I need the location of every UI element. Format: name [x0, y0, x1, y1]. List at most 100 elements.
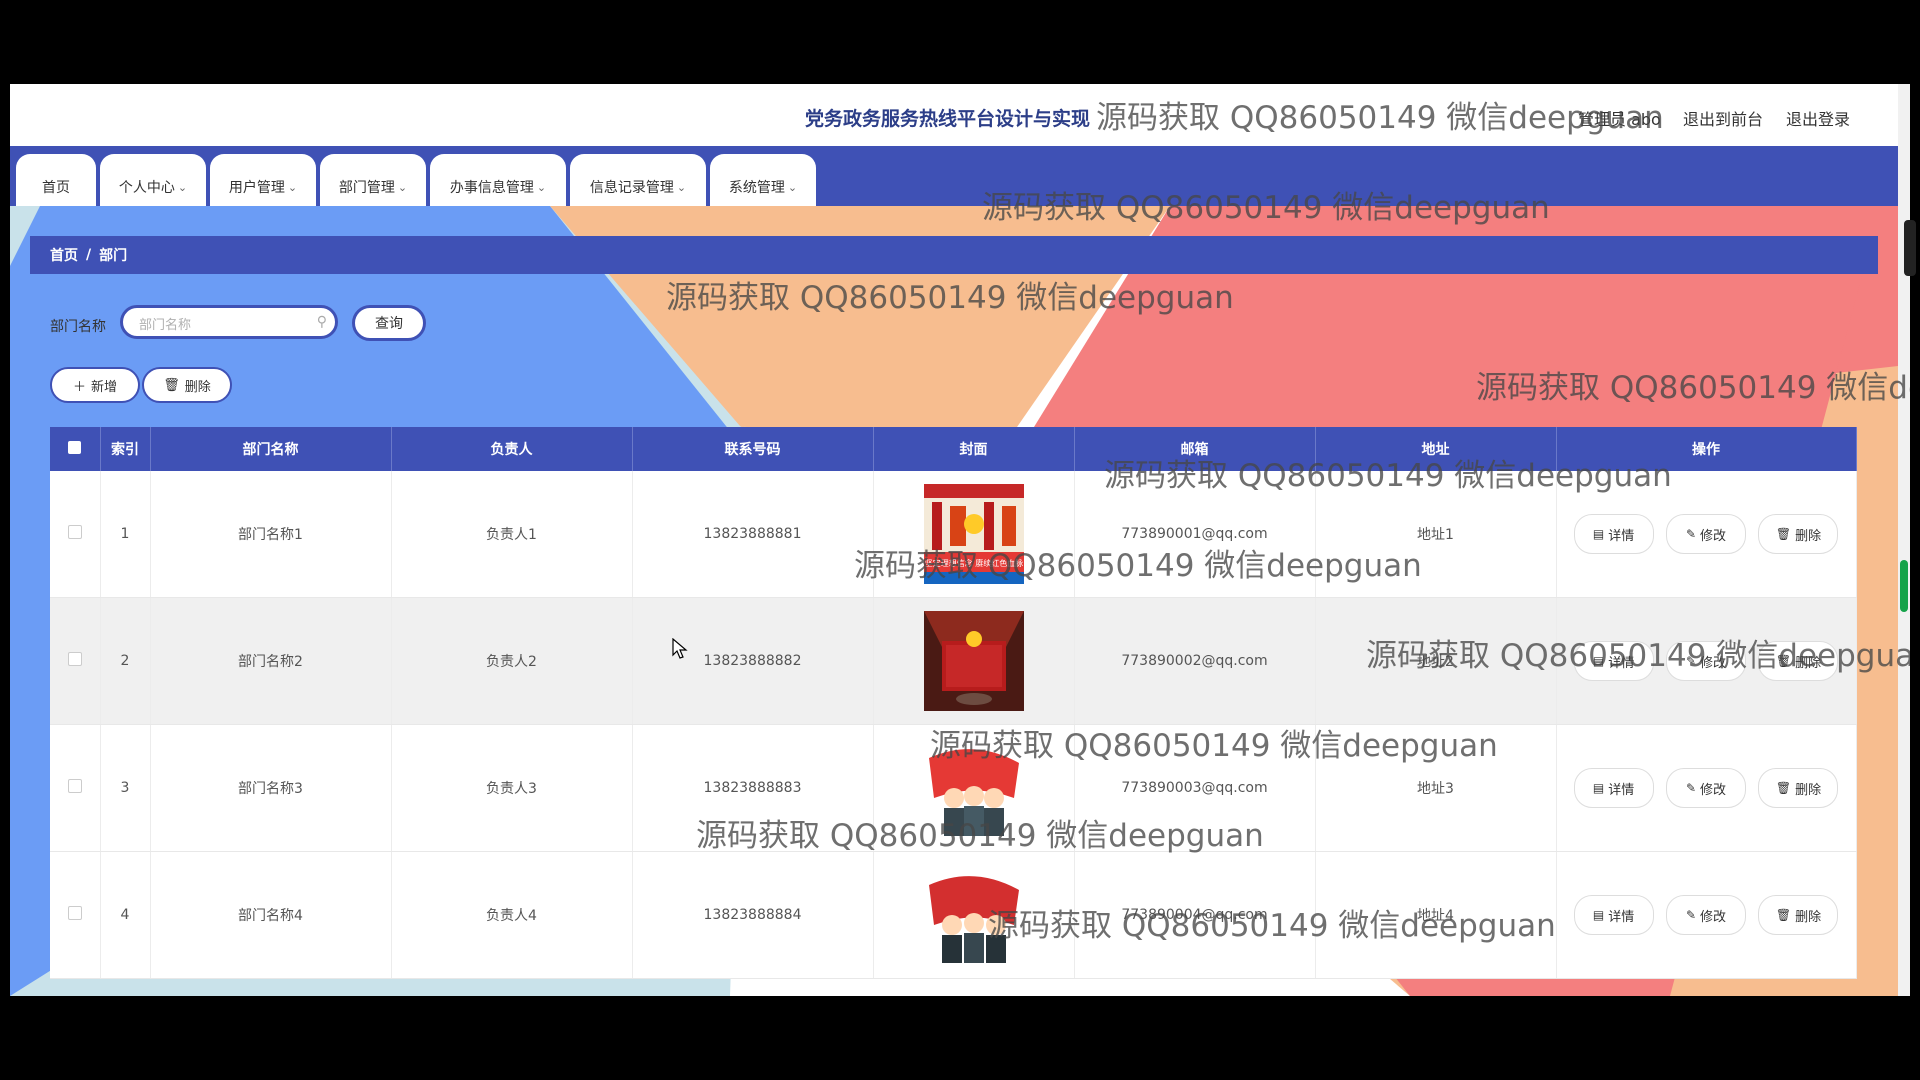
- cover-caption: 坚定理想信念 赓续红色血脉: [924, 558, 1023, 568]
- address-cell: 地址4: [1315, 851, 1557, 979]
- phone-cell: 13823888884: [632, 851, 874, 979]
- cover-cell: [873, 851, 1075, 979]
- phone-cell: 13823888882: [632, 597, 874, 725]
- select-all-checkbox-cell[interactable]: [50, 427, 101, 471]
- row-checkbox-cell[interactable]: [50, 851, 101, 979]
- cover-image[interactable]: [923, 865, 1024, 965]
- cover-image[interactable]: [923, 738, 1024, 838]
- row-checkbox-cell[interactable]: [50, 724, 101, 852]
- plus-icon: ＋: [72, 379, 86, 395]
- manager-cell: 负责人3: [391, 724, 633, 852]
- chevron-down-icon: ⌄: [177, 180, 188, 194]
- scrollbar-thumb[interactable]: [1900, 560, 1908, 612]
- nav-item-label: 用户管理: [228, 180, 285, 196]
- row-checkbox[interactable]: [67, 906, 82, 920]
- row-checkbox-cell[interactable]: [50, 471, 101, 598]
- department-table: 索引 部门名称 负责人 联系号码 封面 邮箱 地址 操作 1 部门名称1 负责人…: [50, 427, 1857, 979]
- main-nav: 首页 个人中心 ⌄ 用户管理 ⌄ 部门管理 ⌄ 办事信息管理 ⌄ 信息记录管理 ⌄ 系统管…: [10, 146, 1898, 206]
- delete-row-button[interactable]: 🗑 删除: [1758, 514, 1839, 554]
- detail-label: 详情: [1608, 782, 1635, 798]
- select-all-checkbox[interactable]: [68, 440, 82, 454]
- manager-cell: 负责人4: [391, 851, 633, 979]
- column-header: 部门名称: [150, 427, 392, 471]
- column-header: 负责人: [391, 427, 633, 471]
- row-checkbox[interactable]: [67, 525, 82, 539]
- delete-button-label: 删除: [184, 379, 211, 395]
- delete-row-button[interactable]: 🗑 删除: [1758, 895, 1839, 935]
- nav-item-label: 个人中心: [118, 180, 175, 196]
- table-row: 1 部门名称1 负责人1 13823888881 坚定理想信念 赓续红色血脉 7…: [50, 471, 1857, 598]
- nav-item-records-management[interactable]: 信息记录管理 ⌄: [570, 154, 706, 206]
- nav-item-affairs-management[interactable]: 办事信息管理 ⌄: [430, 154, 566, 206]
- logout-link[interactable]: 退出登录: [1786, 106, 1850, 130]
- cover-image[interactable]: [923, 611, 1024, 711]
- row-checkbox[interactable]: [67, 652, 82, 666]
- department-name-cell: 部门名称3: [150, 724, 392, 852]
- detail-button[interactable]: ▤ 详情: [1573, 768, 1654, 808]
- detail-button[interactable]: ▤ 详情: [1573, 641, 1654, 681]
- delete-label: 删除: [1795, 528, 1822, 544]
- department-name-cell: 部门名称2: [150, 597, 392, 725]
- delete-row-button[interactable]: 🗑 删除: [1758, 641, 1839, 681]
- column-header: 操作: [1556, 427, 1857, 471]
- nav-item-user-management[interactable]: 用户管理 ⌄: [210, 154, 316, 206]
- index-cell: 2: [100, 597, 151, 725]
- index-cell: 3: [100, 724, 151, 852]
- edit-button[interactable]: ✎ 修改: [1666, 641, 1746, 681]
- index-cell: 4: [100, 851, 151, 979]
- trash-icon: 🗑: [163, 377, 180, 393]
- delete-row-button[interactable]: 🗑 删除: [1758, 768, 1839, 808]
- nav-item-personal-center[interactable]: 个人中心 ⌄: [100, 154, 206, 206]
- trash-icon: 🗑: [1775, 781, 1792, 795]
- email-cell: 773890003@qq.com: [1074, 724, 1316, 852]
- edit-button[interactable]: ✎ 修改: [1666, 514, 1746, 554]
- actions-cell: ▤ 详情 ✎ 修改 🗑 删除: [1556, 471, 1857, 598]
- detail-label: 详情: [1608, 528, 1635, 544]
- cover-image[interactable]: 坚定理想信念 赓续红色血脉: [923, 484, 1024, 584]
- column-header: 联系号码: [632, 427, 874, 471]
- table-row: 4 部门名称4 负责人4 13823888884 773890004@qq.co…: [50, 851, 1857, 979]
- nav-item-department-management[interactable]: 部门管理 ⌄: [320, 154, 426, 206]
- nav-item-label: 信息记录管理: [589, 180, 674, 196]
- nav-item-system-management[interactable]: 系统管理 ⌄: [710, 154, 816, 206]
- query-button[interactable]: 查询: [352, 305, 426, 341]
- document-icon: ▤: [1592, 654, 1605, 668]
- pencil-icon: ✎: [1685, 654, 1697, 668]
- app-title: 党务政务服务热线平台设计与实现: [805, 108, 1091, 130]
- chevron-down-icon: ⌄: [676, 180, 687, 194]
- edit-button[interactable]: ✎ 修改: [1666, 895, 1746, 935]
- back-to-front-link[interactable]: 退出到前台: [1683, 106, 1763, 130]
- breadcrumb-home[interactable]: 首页: [50, 245, 78, 265]
- search-label: 部门名称: [50, 319, 106, 335]
- actions-cell: ▤ 详情 ✎ 修改 🗑 删除: [1556, 724, 1857, 852]
- detail-button[interactable]: ▤ 详情: [1573, 514, 1654, 554]
- delete-label: 删除: [1795, 655, 1822, 671]
- add-button[interactable]: ＋ 新增: [50, 367, 140, 403]
- nav-item-label: 系统管理: [728, 180, 785, 196]
- row-checkbox-cell[interactable]: [50, 597, 101, 725]
- edit-label: 修改: [1700, 655, 1727, 671]
- detail-button[interactable]: ▤ 详情: [1573, 895, 1654, 935]
- breadcrumb-current: 部门: [99, 248, 128, 264]
- search-icon[interactable]: ⚲: [317, 314, 327, 330]
- document-icon: ▤: [1592, 527, 1605, 541]
- trash-icon: 🗑: [1775, 527, 1792, 541]
- actions-cell: ▤ 详情 ✎ 修改 🗑 删除: [1556, 851, 1857, 979]
- mouse-cursor-icon: [672, 638, 688, 659]
- search-box: ⚲: [120, 305, 338, 339]
- row-checkbox[interactable]: [67, 779, 82, 793]
- delete-label: 删除: [1795, 909, 1822, 925]
- column-header: 邮箱: [1074, 427, 1316, 471]
- table-row: 3 部门名称3 负责人3 13823888883 773890003@qq.co…: [50, 724, 1857, 852]
- breadcrumb-separator: /: [86, 247, 92, 263]
- address-cell: 地址2: [1315, 597, 1557, 725]
- search-input[interactable]: [137, 313, 311, 335]
- nav-item-home[interactable]: 首页: [16, 154, 96, 206]
- batch-delete-button[interactable]: 🗑 删除: [142, 367, 232, 403]
- edit-button[interactable]: ✎ 修改: [1666, 768, 1746, 808]
- cover-cell: [873, 597, 1075, 725]
- delete-label: 删除: [1795, 782, 1822, 798]
- top-header: 党务政务服务热线平台设计与实现 管理员 abo 退出到前台 退出登录: [10, 84, 1910, 147]
- cover-cell: 坚定理想信念 赓续红色血脉: [873, 471, 1075, 598]
- department-name-cell: 部门名称1: [150, 471, 392, 598]
